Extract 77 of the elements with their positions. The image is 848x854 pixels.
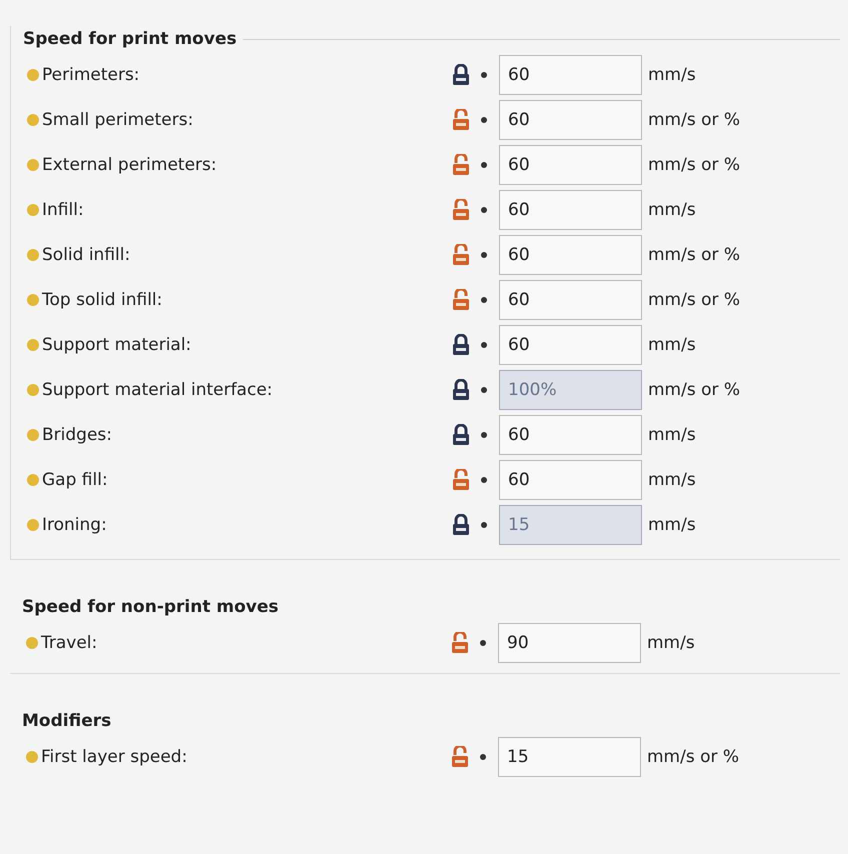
status-dot-icon	[27, 294, 39, 306]
unlocked-padlock-icon[interactable]	[451, 154, 471, 176]
unlocked-padlock-icon[interactable]	[451, 198, 471, 220]
option-label: Top solid infill:	[42, 290, 164, 310]
unit-label: mm/s	[648, 514, 696, 534]
status-dot-icon	[27, 518, 39, 530]
unlocked-padlock-icon[interactable]	[450, 746, 470, 768]
unlocked-padlock-icon[interactable]	[451, 288, 471, 310]
locked-padlock-icon[interactable]	[451, 64, 471, 86]
bullet-icon	[481, 206, 487, 212]
unit-label: mm/s or %	[648, 244, 740, 264]
status-dot-icon	[27, 474, 39, 486]
speed-input-field[interactable]: 15	[498, 736, 641, 776]
bullet-icon	[480, 640, 486, 646]
status-dot-icon	[27, 114, 39, 126]
locked-padlock-icon[interactable]	[451, 424, 471, 446]
status-dot-icon	[27, 248, 39, 260]
unit-label: mm/s	[648, 470, 696, 490]
speed-input-field[interactable]: 90	[498, 622, 641, 662]
option-label: First layer speed:	[41, 746, 188, 766]
speed-input-field[interactable]: 60	[499, 144, 642, 184]
speed-input-field[interactable]: 60	[499, 100, 642, 140]
bullet-icon	[481, 162, 487, 168]
status-dot-icon	[26, 750, 38, 762]
unit-label: mm/s	[647, 632, 695, 652]
bullet-icon	[481, 116, 487, 122]
unlocked-padlock-icon[interactable]	[450, 632, 470, 654]
bullet-icon	[481, 476, 487, 482]
speed-input-field[interactable]: 60	[499, 324, 642, 364]
option-label: External perimeters:	[42, 154, 218, 174]
unlocked-padlock-icon[interactable]	[451, 468, 471, 490]
bullet-icon	[480, 754, 486, 760]
bullet-icon	[481, 252, 487, 258]
section-title: Modifiers	[22, 711, 112, 731]
speed-input-field[interactable]: 60	[499, 280, 642, 320]
speed-input-field[interactable]: 60	[499, 414, 642, 454]
bullet-icon	[481, 432, 487, 438]
locked-padlock-icon[interactable]	[451, 334, 471, 356]
bullet-icon	[481, 342, 487, 348]
section-title: Speed for non-print moves	[22, 597, 279, 617]
status-dot-icon	[27, 428, 39, 440]
bullet-icon	[481, 72, 487, 78]
unit-label: mm/s or %	[648, 380, 740, 400]
option-label: Support material:	[42, 334, 192, 354]
option-label: Small perimeters:	[42, 110, 194, 130]
speed-input-field[interactable]: 60	[499, 190, 642, 230]
status-dot-icon	[26, 636, 38, 648]
unit-label: mm/s	[648, 424, 696, 444]
option-label: Travel:	[41, 632, 98, 652]
option-label: Support material interface:	[42, 380, 274, 400]
unlocked-padlock-icon[interactable]	[451, 244, 471, 266]
status-dot-icon	[27, 68, 39, 80]
option-label: Ironing:	[42, 514, 108, 534]
section-title: Speed for print moves	[23, 29, 237, 49]
unit-label: mm/s or %	[648, 290, 740, 310]
speed-input-field[interactable]: 60	[499, 234, 642, 274]
option-label: Perimeters:	[42, 64, 141, 84]
unit-label: mm/s	[648, 200, 696, 220]
status-dot-icon	[27, 204, 39, 216]
unlocked-padlock-icon[interactable]	[451, 108, 471, 130]
status-dot-icon	[27, 158, 39, 170]
unit-label: mm/s or %	[647, 746, 740, 766]
speed-input-field[interactable]: 60	[499, 460, 642, 500]
bullet-icon	[481, 522, 487, 528]
option-label: Gap fill:	[42, 470, 109, 490]
unit-label: mm/s or %	[648, 154, 740, 174]
option-label: Infill:	[42, 200, 85, 220]
speed-input-field[interactable]: 60	[499, 54, 642, 94]
option-label: Bridges:	[42, 424, 114, 444]
option-label: Solid infill:	[42, 244, 132, 264]
unit-label: mm/s	[648, 64, 696, 84]
unit-label: mm/s	[648, 334, 696, 354]
status-dot-icon	[27, 384, 39, 396]
bullet-icon	[481, 386, 487, 392]
bullet-icon	[481, 296, 487, 302]
status-dot-icon	[27, 338, 39, 350]
unit-label: mm/s or %	[648, 110, 740, 130]
